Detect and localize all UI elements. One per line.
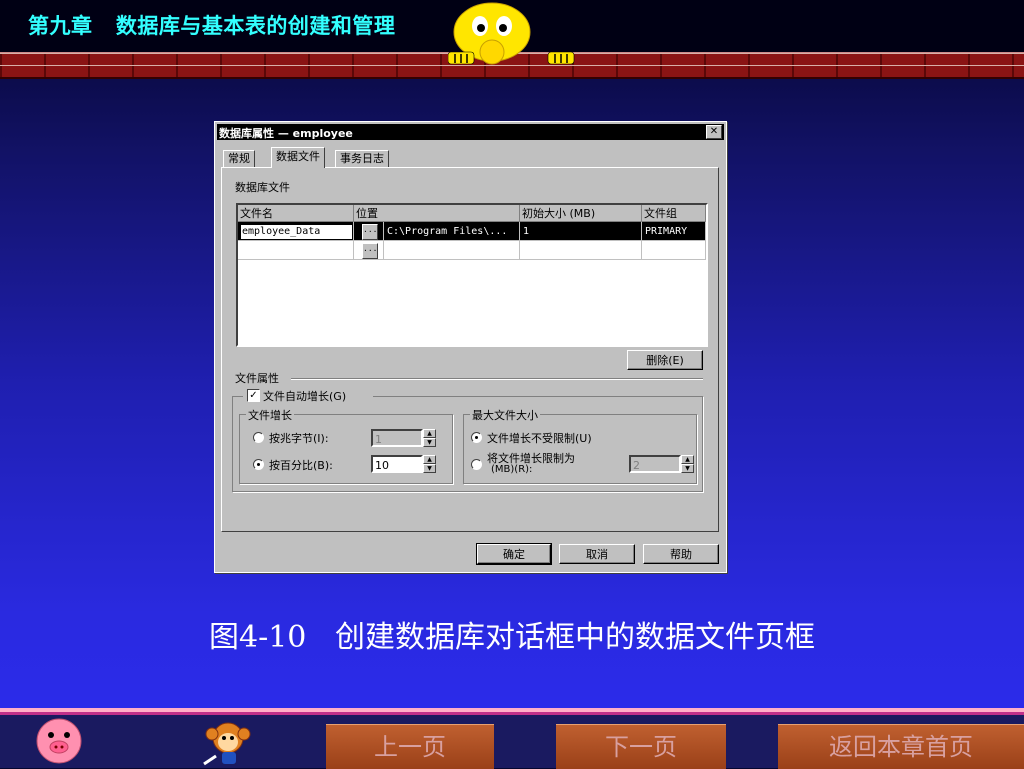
close-icon[interactable]: ✕	[706, 125, 722, 139]
prev-page-button[interactable]: 上一页	[326, 724, 494, 769]
growth-mb-input[interactable]: 1	[371, 429, 423, 447]
growth-by-percent-radio[interactable]	[253, 459, 264, 470]
max-file-size-title: 最大文件大小	[470, 407, 540, 423]
growth-percent-input[interactable]: 10	[371, 455, 423, 473]
table-row-file-name-cell[interactable]: employee_Data	[238, 222, 354, 241]
table-row-size-cell[interactable]: 1	[520, 222, 642, 241]
table-row-filegroup-cell[interactable]: PRIMARY	[642, 222, 706, 241]
file-properties-label: 文件属性	[235, 372, 279, 385]
unrestricted-growth-label: 文件增长不受限制(U)	[487, 432, 592, 445]
max-size-stepper[interactable]: ▲ ▼	[681, 455, 694, 473]
column-header-initial-size[interactable]: 初始大小 (MB)	[520, 205, 642, 222]
section-divider	[291, 378, 703, 380]
data-files-table[interactable]: 文件名 位置 初始大小 (MB) 文件组 employee_Data ... C…	[236, 203, 708, 347]
spin-down-icon[interactable]: ▼	[681, 464, 694, 473]
table-row-size-cell[interactable]	[520, 241, 642, 260]
delete-button[interactable]: 删除(E)	[627, 350, 703, 370]
column-header-filegroup[interactable]: 文件组	[642, 205, 706, 222]
peeking-mascot-icon	[448, 2, 575, 65]
chapter-title: 第九章 数据库与基本表的创建和管理	[28, 14, 396, 38]
next-page-button[interactable]: 下一页	[556, 724, 726, 769]
ok-button[interactable]: 确定	[476, 543, 552, 565]
table-row-file-name-cell[interactable]	[238, 241, 354, 260]
growth-by-mb-radio[interactable]	[253, 432, 264, 443]
table-row-browse-cell[interactable]: ...	[354, 222, 384, 241]
browse-button[interactable]: ...	[362, 224, 378, 240]
dialog-title: 数据库属性 — employee	[219, 127, 353, 140]
spin-down-icon[interactable]: ▼	[423, 464, 436, 473]
table-row-location-cell[interactable]: C:\Program Files\...	[384, 222, 520, 241]
growth-percent-stepper[interactable]: ▲ ▼	[423, 455, 436, 473]
unrestricted-growth-radio[interactable]	[471, 432, 482, 443]
max-size-input[interactable]: 2	[629, 455, 681, 473]
cartoon-monkey-icon[interactable]	[196, 718, 256, 766]
cancel-button[interactable]: 取消	[559, 544, 635, 564]
column-header-location[interactable]: 位置	[354, 205, 520, 222]
growth-by-percent-label: 按百分比(B):	[269, 459, 333, 472]
database-files-label: 数据库文件	[235, 181, 290, 194]
restrict-growth-label-line2: (MB)(R):	[491, 464, 533, 475]
spin-up-icon[interactable]: ▲	[423, 455, 436, 464]
dialog-titlebar: 数据库属性 — employee ✕	[217, 124, 724, 140]
figure-caption: 图4-10 创建数据库对话框中的数据文件页框	[208, 620, 815, 655]
restrict-growth-radio[interactable]	[471, 459, 482, 470]
pig-face-icon[interactable]	[34, 717, 84, 765]
tab-data-files[interactable]: 数据文件	[271, 147, 325, 168]
table-row-browse-cell[interactable]: ...	[354, 241, 384, 260]
autogrow-label: 文件自动增长(G)	[263, 390, 347, 403]
tab-transaction-log[interactable]: 事务日志	[335, 150, 389, 168]
tab-general[interactable]: 常规	[223, 150, 255, 168]
file-growth-title: 文件增长	[246, 407, 294, 423]
table-row-filegroup-cell[interactable]	[642, 241, 706, 260]
file-growth-groupbox: 文件增长	[239, 407, 453, 484]
spin-down-icon[interactable]: ▼	[423, 438, 436, 447]
column-header-file-name[interactable]: 文件名	[238, 205, 354, 222]
help-button[interactable]: 帮助	[643, 544, 719, 564]
growth-by-mb-label: 按兆字节(I):	[269, 432, 329, 445]
chapter-home-button[interactable]: 返回本章首页	[778, 724, 1024, 769]
table-row-location-cell[interactable]	[384, 241, 520, 260]
database-properties-dialog: 数据库属性 — employee ✕ 常规 数据文件 事务日志 数据库文件 文件…	[214, 121, 727, 573]
spin-up-icon[interactable]: ▲	[681, 455, 694, 464]
autogrow-checkbox[interactable]: ✓	[247, 389, 260, 402]
spin-up-icon[interactable]: ▲	[423, 429, 436, 438]
growth-mb-stepper[interactable]: ▲ ▼	[423, 429, 436, 447]
browse-button[interactable]: ...	[362, 243, 378, 259]
file-name-input[interactable]: employee_Data	[240, 224, 353, 240]
